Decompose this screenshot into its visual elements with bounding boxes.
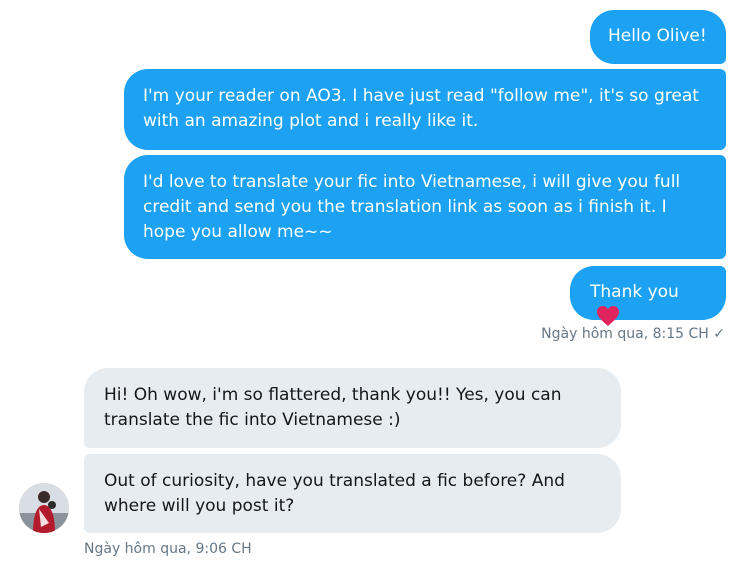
message-text: Hello Olive! [608, 26, 707, 46]
outgoing-message[interactable]: Hello Olive! [590, 10, 726, 64]
message-text: I'd love to translate your fic into Viet… [143, 172, 681, 242]
timestamp: Ngày hôm qua, 8:15 CH [541, 326, 709, 342]
outgoing-message[interactable]: I'm your reader on AO3. I have just read… [124, 69, 726, 150]
outgoing-meta: Ngày hôm qua, 8:15 CH ✓ [541, 325, 725, 343]
incoming-message[interactable]: Out of curiosity, have you translated a … [84, 454, 621, 533]
timestamp: Ngày hôm qua, 9:06 CH [84, 541, 252, 557]
avatar[interactable] [19, 483, 69, 533]
incoming-message[interactable]: Hi! Oh wow, i'm so flattered, thank you!… [84, 368, 621, 448]
message-text: Hi! Oh wow, i'm so flattered, thank you!… [104, 385, 562, 430]
sent-check-icon: ✓ [713, 326, 725, 342]
message-thread: Hello Olive! I'm your reader on AO3. I h… [0, 0, 747, 561]
message-text: Out of curiosity, have you translated a … [104, 471, 565, 516]
incoming-meta: Ngày hôm qua, 9:06 CH [84, 540, 252, 558]
outgoing-message[interactable]: Thank you [570, 266, 726, 326]
message-text: I'm your reader on AO3. I have just read… [143, 86, 699, 131]
outgoing-message[interactable]: I'd love to translate your fic into Viet… [124, 155, 726, 259]
message-text: Thank you [590, 282, 679, 302]
